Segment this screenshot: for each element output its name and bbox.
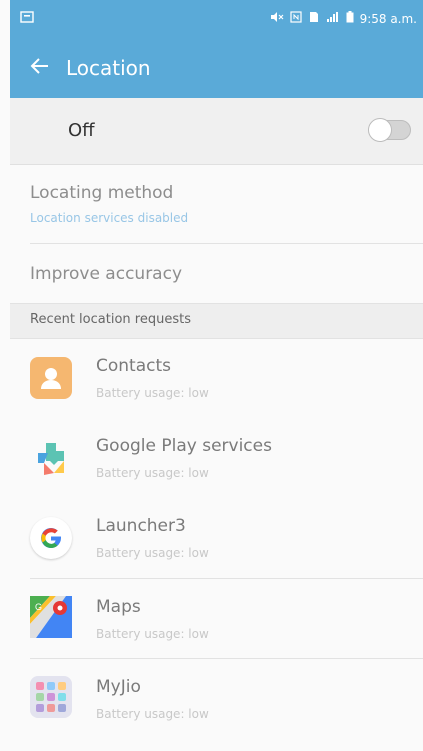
app-name: MyJio (96, 677, 141, 697)
app-battery-usage: Battery usage: low (96, 466, 209, 480)
section-header-recent-requests: Recent location requests (10, 303, 423, 339)
app-battery-usage: Battery usage: low (96, 546, 209, 560)
location-master-switch-row[interactable]: Off (10, 98, 423, 165)
recent-request-contacts[interactable]: Contacts Battery usage: low (10, 338, 423, 418)
nfc-icon (289, 11, 302, 26)
recent-request-myjio[interactable]: MyJio Battery usage: low (10, 659, 423, 739)
locating-method-title: Locating method (30, 183, 174, 203)
svg-text:G: G (35, 602, 42, 612)
status-icons: 9:58 a.m. (270, 11, 417, 26)
myjio-icon (30, 676, 72, 718)
launcher3-google-icon (30, 517, 72, 559)
back-arrow-icon[interactable] (30, 57, 50, 80)
switch-label: Off (68, 120, 95, 141)
app-name: Launcher3 (96, 516, 186, 536)
app-battery-usage: Battery usage: low (96, 707, 209, 721)
app-bar: Location (10, 38, 423, 98)
clock: 9:58 a.m. (359, 11, 417, 26)
maps-icon: G (30, 596, 72, 638)
improve-accuracy-title: Improve accuracy (30, 264, 183, 284)
app-name: Contacts (96, 356, 171, 376)
app-battery-usage: Battery usage: low (96, 627, 209, 641)
contacts-app-icon (30, 357, 72, 399)
app-name: Maps (96, 597, 141, 617)
section-header-label: Recent location requests (30, 312, 191, 327)
locating-method-subtitle: Location services disabled (30, 211, 189, 225)
recent-request-launcher3[interactable]: Launcher3 Battery usage: low (10, 498, 423, 578)
sim-icon (308, 11, 320, 26)
notification-icon (20, 10, 34, 27)
battery-icon (346, 11, 354, 26)
recent-request-google-play-services[interactable]: Google Play services Battery usage: low (10, 418, 423, 498)
status-bar: 9:58 a.m. (10, 0, 423, 38)
recent-request-maps[interactable]: G Maps Battery usage: low (10, 579, 423, 659)
google-play-services-icon (30, 437, 72, 479)
location-toggle[interactable] (368, 118, 411, 142)
toggle-knob (368, 118, 392, 142)
app-name: Google Play services (96, 436, 272, 456)
mute-icon (270, 11, 284, 26)
signal-icon (326, 11, 340, 26)
page-title: Location (66, 56, 151, 80)
app-battery-usage: Battery usage: low (96, 386, 209, 400)
locating-method-item[interactable]: Locating method Location services disabl… (10, 165, 423, 243)
improve-accuracy-item[interactable]: Improve accuracy (10, 244, 423, 302)
